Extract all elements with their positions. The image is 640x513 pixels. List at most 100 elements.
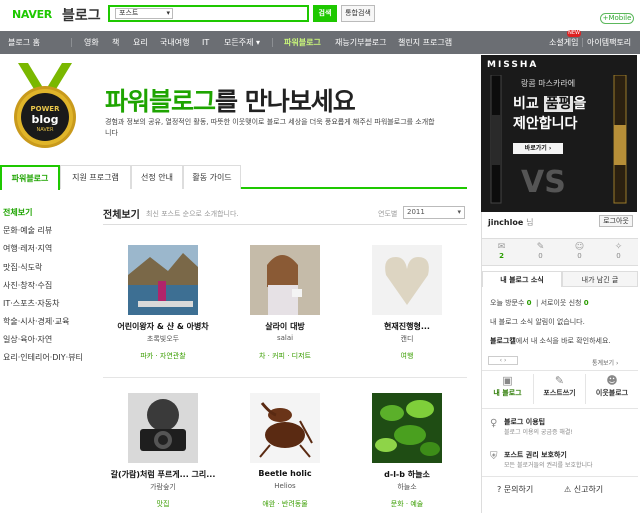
card-author[interactable]: 초록빛오두 (103, 334, 223, 344)
chevron-down-icon: ▾ (166, 9, 170, 17)
nav-item-cooking[interactable]: 요리 (133, 31, 148, 54)
card-title[interactable]: d-l-b 하늘소 (347, 469, 467, 480)
card-title[interactable]: 어린이왕자 & 샨 & 아병차 (103, 321, 223, 332)
camera-person-photo (128, 393, 198, 463)
help-link[interactable]: ? 문의하기 (497, 484, 533, 495)
stats-row: ✉ 2 ✎ 0 ☺ 0 ✧ 0 (482, 238, 638, 266)
card-author[interactable]: 하늘소 (347, 482, 467, 492)
row-divider (103, 377, 467, 378)
nav-item-it[interactable]: IT (202, 31, 209, 54)
pager-buttons[interactable]: ‹ › (488, 356, 518, 365)
visitor-stats: 오늘 방문수 0 | 서로이웃 신청 0 (490, 299, 589, 307)
stat-mail-count: 2 (499, 252, 504, 260)
sidebar-item-photo[interactable]: 사진·창작·수집 (3, 280, 52, 291)
nav-item-book[interactable]: 책 (112, 31, 119, 54)
card-author[interactable]: 가람숲기 (103, 482, 223, 492)
stat-notices[interactable]: ✧ 0 (599, 242, 638, 260)
notice-icon: ✧ (614, 242, 623, 252)
year-label: 연도별 (378, 210, 398, 218)
sidebar-item-travel[interactable]: 여행·레저·지역 (3, 243, 52, 254)
sidebar-item-food[interactable]: 맛집·식도락 (3, 262, 42, 273)
sidebar-item-cooking-beauty[interactable]: 요리·인테리어·DIY·뷰티 (3, 352, 83, 363)
username-suffix: 님 (526, 218, 534, 227)
card-thumbnail[interactable] (128, 245, 198, 315)
sidebar-item-academic[interactable]: 학술·시사·경제·교육 (3, 316, 70, 327)
tab-activity-guide[interactable]: 활동 가이드 (183, 165, 241, 189)
quick-neighbor-blog[interactable]: ☻ 이웃블로그 (586, 374, 638, 404)
logout-button[interactable]: 로그아웃 (599, 215, 633, 227)
nav-item-travel[interactable]: 국내여행 (160, 31, 189, 54)
year-select[interactable]: 2011 ▾ (403, 206, 465, 219)
people-icon: ☻ (606, 374, 618, 387)
card-author[interactable]: Helios (225, 482, 345, 490)
blogcal-label: 블로그캘 (490, 337, 516, 345)
search-scope-value: 포스트 (119, 9, 139, 17)
nav-item-movie[interactable]: 영화 (84, 31, 99, 54)
tab-selection-guide[interactable]: 선정 안내 (131, 165, 183, 189)
nav-item-item-factory[interactable]: 아이템팩토리 (587, 31, 631, 54)
nav-bar: 블로그 홈 영화 책 요리 국내여행 IT 모든주제 ▾ 파워블로그 재능기부블… (0, 31, 640, 54)
quick-write-post[interactable]: ✎ 포스트쓰기 (534, 374, 586, 404)
card-title[interactable]: 현재진행형... (347, 321, 467, 332)
top-bar: NAVER 블로그 포스트 ▾ 검색 통합검색 +Mobile (0, 0, 640, 31)
blog-logo[interactable]: 블로그 (62, 5, 101, 25)
report-link[interactable]: ⚠ 신고하기 (564, 484, 603, 495)
tab-support-program[interactable]: 지원 프로그램 (60, 165, 131, 189)
total-search-button[interactable]: 통합검색 (341, 5, 375, 22)
profile-panel: jinchloe 님 로그아웃 ✉ 2 ✎ 0 ☺ 0 ✧ 0 내 블로그 소식 내가 … (481, 212, 638, 513)
nav-item-all-topics[interactable]: 모든주제 ▾ (224, 31, 260, 54)
stat-neighbors[interactable]: ☺ 0 (560, 242, 599, 260)
medal-text-naver: NAVER (36, 127, 54, 133)
stats-link-label: 통계보기 (592, 360, 615, 367)
tab-powerblog[interactable]: 파워블로그 (0, 165, 60, 190)
tab-my-blog-news[interactable]: 내 블로그 소식 (482, 271, 562, 287)
nav-item-talent-blog[interactable]: 재능기부블로그 (335, 31, 387, 54)
stat-comments[interactable]: ✎ 0 (521, 242, 560, 260)
nav-item-powerblog[interactable]: 파워블로그 (284, 31, 321, 54)
ad-line-3: 제안합니다 (513, 116, 578, 132)
heart-sponge-photo (372, 245, 442, 315)
hero-title-highlight: 파워블로그 (105, 87, 216, 116)
stat-notices-count: 0 (616, 252, 621, 260)
stats-link[interactable]: 통계보기 › (592, 358, 618, 367)
post-rights-link[interactable]: 포스트 권리 보호하기 모든 블로거들의 권리를 보호합니다 (504, 450, 593, 469)
card-thumbnail[interactable] (372, 245, 442, 315)
sidebar-item-daily[interactable]: 일상·육아·자연 (3, 334, 52, 345)
quick-write-label: 포스트쓰기 (543, 389, 576, 397)
nav-item-challenge[interactable]: 챌린지 프로그램 (398, 31, 452, 54)
hero-description: 경험과 정보의 공유, 열정적인 활동, 따뜻한 이웃맺이로 블로그 세상을 더… (105, 118, 435, 137)
blog-tips-link[interactable]: 블로그 이용팁 블로그 이용의 궁금증 해결! (504, 417, 573, 436)
card-thumbnail[interactable] (372, 393, 442, 463)
blogcal-promo[interactable]: 블로그캘에서 내 소식을 바로 확인하세요. (490, 336, 611, 346)
card-title[interactable]: Beetle holic (225, 469, 345, 478)
sidebar-item-all[interactable]: 전체보기 (3, 207, 32, 218)
mobile-button[interactable]: +Mobile (600, 13, 634, 24)
card-author[interactable]: salai (225, 334, 345, 342)
naver-logo[interactable]: NAVER (12, 8, 52, 21)
nav-all-topics-label: 모든주제 (224, 38, 254, 47)
year-select-value: 2011 (407, 208, 425, 216)
ad-line-2c: 을 (573, 96, 587, 112)
visitors-value: 0 (526, 299, 532, 307)
quick-my-blog-label: 내 블로그 (493, 389, 522, 397)
card-thumbnail[interactable] (250, 245, 320, 315)
card-title[interactable]: 갈(가람)처럼 푸르게... 그리... (103, 469, 223, 480)
hero-title: 파워블로그를 만나보세요 (105, 82, 356, 118)
stat-mail[interactable]: ✉ 2 (482, 242, 521, 260)
tab-my-posts[interactable]: 내가 남긴 글 (562, 271, 638, 287)
mascara-gold-icon (613, 75, 627, 204)
quick-my-blog[interactable]: ▣ 내 블로그 (482, 374, 534, 404)
card-title[interactable]: 살라이 대방 (225, 321, 345, 332)
username: jinchloe 님 (488, 217, 533, 228)
sidebar-item-it-sports[interactable]: IT·스포츠·자동차 (3, 298, 60, 309)
ad-banner[interactable]: MISSHA 랑콤 마스카라에 비교 품평 을 제안합니다 바로가기 › VS (481, 55, 637, 212)
search-button[interactable]: 검색 (313, 5, 337, 22)
search-scope-select[interactable]: 포스트 ▾ (115, 8, 173, 19)
search-box[interactable]: 포스트 ▾ (108, 5, 309, 22)
ad-go-button[interactable]: 바로가기 › (513, 143, 563, 154)
card-author[interactable]: 캔디 (347, 334, 467, 344)
card-thumbnail[interactable] (250, 393, 320, 463)
nav-item-blog-home[interactable]: 블로그 홈 (8, 31, 40, 54)
card-thumbnail[interactable] (128, 393, 198, 463)
sidebar-item-culture[interactable]: 문화·예술 리뷰 (3, 225, 52, 236)
